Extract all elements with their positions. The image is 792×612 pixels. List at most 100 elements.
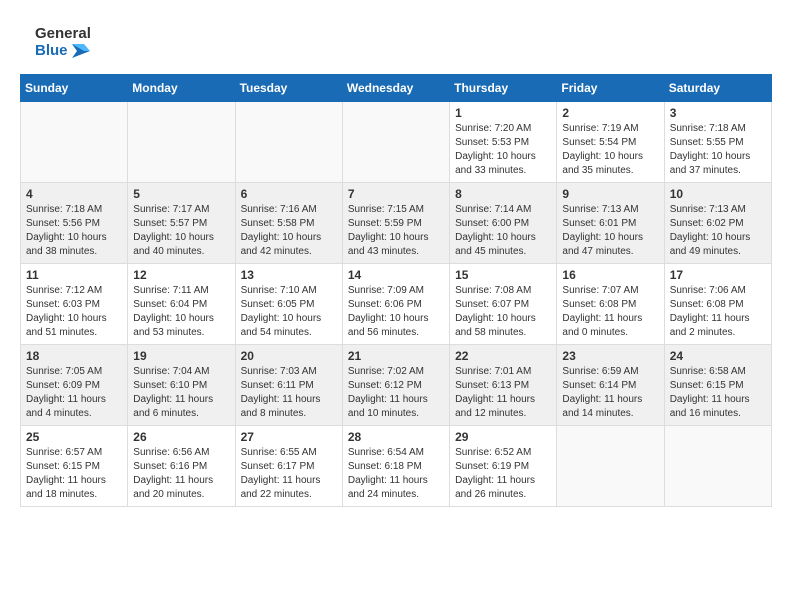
- day-cell: 8 Sunrise: 7:14 AM Sunset: 6:00 PM Daylig…: [450, 183, 557, 264]
- day-cell: 22 Sunrise: 7:01 AM Sunset: 6:13 PM Dayli…: [450, 345, 557, 426]
- day-cell: 9Sunrise: 7:13 AM Sunset: 6:01 PM Daylig…: [557, 183, 664, 264]
- day-cell: 1 Sunrise: 7:20 AM Sunset: 5:53 PM Daylig…: [450, 102, 557, 183]
- logo: General Blue: [20, 20, 91, 64]
- day-cell: 5 Sunrise: 7:17 AM Sunset: 5:57 PM Daylig…: [128, 183, 235, 264]
- day-info: Sunrise: 7:18 AM Sunset: 5:55 PM Dayligh…: [670, 122, 766, 178]
- day-number: 21: [348, 349, 444, 363]
- week-row-4: 18 Sunrise: 7:05 AM Sunset: 6:09 PM Dayli…: [21, 345, 772, 426]
- day-cell: 11Sunrise: 7:12 AM Sunset: 6:03 PM Dayli…: [21, 264, 128, 345]
- day-info: Sunrise: 7:02 AM Sunset: 6:12 PM Dayligh…: [348, 365, 444, 421]
- day-cell: 4 Sunrise: 7:18 AM Sunset: 5:56 PM Daylig…: [21, 183, 128, 264]
- day-number: 19: [133, 349, 229, 363]
- day-cell: [21, 102, 128, 183]
- day-cell: 26 Sunrise: 6:56 AM Sunset: 6:16 PM Dayli…: [128, 426, 235, 507]
- day-cell: [235, 102, 342, 183]
- day-number: 26: [133, 430, 229, 444]
- page-header: General Blue: [20, 20, 772, 64]
- header-wednesday: Wednesday: [342, 75, 449, 102]
- header-row: SundayMondayTuesdayWednesdayThursdayFrid…: [21, 75, 772, 102]
- week-row-2: 4 Sunrise: 7:18 AM Sunset: 5:56 PM Daylig…: [21, 183, 772, 264]
- day-cell: 2 Sunrise: 7:19 AM Sunset: 5:54 PM Daylig…: [557, 102, 664, 183]
- day-info: Sunrise: 7:13 AM Sunset: 6:02 PM Dayligh…: [670, 203, 766, 259]
- day-cell: [128, 102, 235, 183]
- day-number: 18: [26, 349, 122, 363]
- day-number: 24: [670, 349, 766, 363]
- day-number: 8: [455, 187, 551, 201]
- day-number: 28: [348, 430, 444, 444]
- day-number: 13: [241, 268, 337, 282]
- day-info: Sunrise: 6:57 AM Sunset: 6:15 PM Dayligh…: [26, 446, 122, 502]
- day-info: Sunrise: 6:58 AM Sunset: 6:15 PM Dayligh…: [670, 365, 766, 421]
- day-info: Sunrise: 7:13 AM Sunset: 6:01 PM Dayligh…: [562, 203, 658, 259]
- day-cell: [557, 426, 664, 507]
- header-sunday: Sunday: [21, 75, 128, 102]
- day-cell: 3 Sunrise: 7:18 AM Sunset: 5:55 PM Daylig…: [664, 102, 771, 183]
- day-number: 27: [241, 430, 337, 444]
- day-cell: 27Sunrise: 6:55 AM Sunset: 6:17 PM Dayli…: [235, 426, 342, 507]
- day-info: Sunrise: 7:18 AM Sunset: 5:56 PM Dayligh…: [26, 203, 122, 259]
- header-tuesday: Tuesday: [235, 75, 342, 102]
- day-cell: 18 Sunrise: 7:05 AM Sunset: 6:09 PM Dayli…: [21, 345, 128, 426]
- day-cell: 28 Sunrise: 6:54 AM Sunset: 6:18 PM Dayli…: [342, 426, 449, 507]
- day-info: Sunrise: 6:52 AM Sunset: 6:19 PM Dayligh…: [455, 446, 551, 502]
- calendar-table: SundayMondayTuesdayWednesdayThursdayFrid…: [20, 74, 772, 507]
- day-number: 3: [670, 106, 766, 120]
- day-number: 6: [241, 187, 337, 201]
- logo-arrow: [72, 44, 90, 58]
- day-cell: 10 Sunrise: 7:13 AM Sunset: 6:02 PM Dayli…: [664, 183, 771, 264]
- day-number: 15: [455, 268, 551, 282]
- day-info: Sunrise: 7:05 AM Sunset: 6:09 PM Dayligh…: [26, 365, 122, 421]
- day-cell: 7Sunrise: 7:15 AM Sunset: 5:59 PM Daylig…: [342, 183, 449, 264]
- day-info: Sunrise: 6:59 AM Sunset: 6:14 PM Dayligh…: [562, 365, 658, 421]
- logo-blue: Blue: [35, 42, 91, 59]
- day-info: Sunrise: 7:04 AM Sunset: 6:10 PM Dayligh…: [133, 365, 229, 421]
- day-info: Sunrise: 7:17 AM Sunset: 5:57 PM Dayligh…: [133, 203, 229, 259]
- day-cell: 21 Sunrise: 7:02 AM Sunset: 6:12 PM Dayli…: [342, 345, 449, 426]
- day-info: Sunrise: 7:11 AM Sunset: 6:04 PM Dayligh…: [133, 284, 229, 340]
- day-info: Sunrise: 7:07 AM Sunset: 6:08 PM Dayligh…: [562, 284, 658, 340]
- day-number: 20: [241, 349, 337, 363]
- day-cell: 29Sunrise: 6:52 AM Sunset: 6:19 PM Dayli…: [450, 426, 557, 507]
- header-monday: Monday: [128, 75, 235, 102]
- day-info: Sunrise: 7:01 AM Sunset: 6:13 PM Dayligh…: [455, 365, 551, 421]
- week-row-5: 25 Sunrise: 6:57 AM Sunset: 6:15 PM Dayli…: [21, 426, 772, 507]
- day-cell: 17 Sunrise: 7:06 AM Sunset: 6:08 PM Dayli…: [664, 264, 771, 345]
- day-number: 4: [26, 187, 122, 201]
- header-thursday: Thursday: [450, 75, 557, 102]
- day-number: 22: [455, 349, 551, 363]
- day-cell: [342, 102, 449, 183]
- header-saturday: Saturday: [664, 75, 771, 102]
- day-cell: 23 Sunrise: 6:59 AM Sunset: 6:14 PM Dayli…: [557, 345, 664, 426]
- day-number: 7: [348, 187, 444, 201]
- day-number: 12: [133, 268, 229, 282]
- day-cell: 25 Sunrise: 6:57 AM Sunset: 6:15 PM Dayli…: [21, 426, 128, 507]
- day-info: Sunrise: 7:16 AM Sunset: 5:58 PM Dayligh…: [241, 203, 337, 259]
- header-friday: Friday: [557, 75, 664, 102]
- day-info: Sunrise: 6:54 AM Sunset: 6:18 PM Dayligh…: [348, 446, 444, 502]
- day-cell: 19 Sunrise: 7:04 AM Sunset: 6:10 PM Dayli…: [128, 345, 235, 426]
- day-info: Sunrise: 7:06 AM Sunset: 6:08 PM Dayligh…: [670, 284, 766, 340]
- day-info: Sunrise: 7:14 AM Sunset: 6:00 PM Dayligh…: [455, 203, 551, 259]
- day-number: 2: [562, 106, 658, 120]
- day-info: Sunrise: 7:09 AM Sunset: 6:06 PM Dayligh…: [348, 284, 444, 340]
- day-info: Sunrise: 7:19 AM Sunset: 5:54 PM Dayligh…: [562, 122, 658, 178]
- day-number: 25: [26, 430, 122, 444]
- day-info: Sunrise: 7:10 AM Sunset: 6:05 PM Dayligh…: [241, 284, 337, 340]
- day-info: Sunrise: 6:56 AM Sunset: 6:16 PM Dayligh…: [133, 446, 229, 502]
- day-number: 5: [133, 187, 229, 201]
- day-cell: 13 Sunrise: 7:10 AM Sunset: 6:05 PM Dayli…: [235, 264, 342, 345]
- day-number: 10: [670, 187, 766, 201]
- day-cell: 20Sunrise: 7:03 AM Sunset: 6:11 PM Dayli…: [235, 345, 342, 426]
- day-info: Sunrise: 7:08 AM Sunset: 6:07 PM Dayligh…: [455, 284, 551, 340]
- day-number: 1: [455, 106, 551, 120]
- day-number: 17: [670, 268, 766, 282]
- day-number: 14: [348, 268, 444, 282]
- day-number: 23: [562, 349, 658, 363]
- day-info: Sunrise: 7:20 AM Sunset: 5:53 PM Dayligh…: [455, 122, 551, 178]
- day-cell: 15 Sunrise: 7:08 AM Sunset: 6:07 PM Dayli…: [450, 264, 557, 345]
- day-cell: [664, 426, 771, 507]
- day-cell: 14 Sunrise: 7:09 AM Sunset: 6:06 PM Dayli…: [342, 264, 449, 345]
- week-row-1: 1 Sunrise: 7:20 AM Sunset: 5:53 PM Daylig…: [21, 102, 772, 183]
- logo-general: General: [35, 25, 91, 42]
- logo-shape: [20, 20, 30, 64]
